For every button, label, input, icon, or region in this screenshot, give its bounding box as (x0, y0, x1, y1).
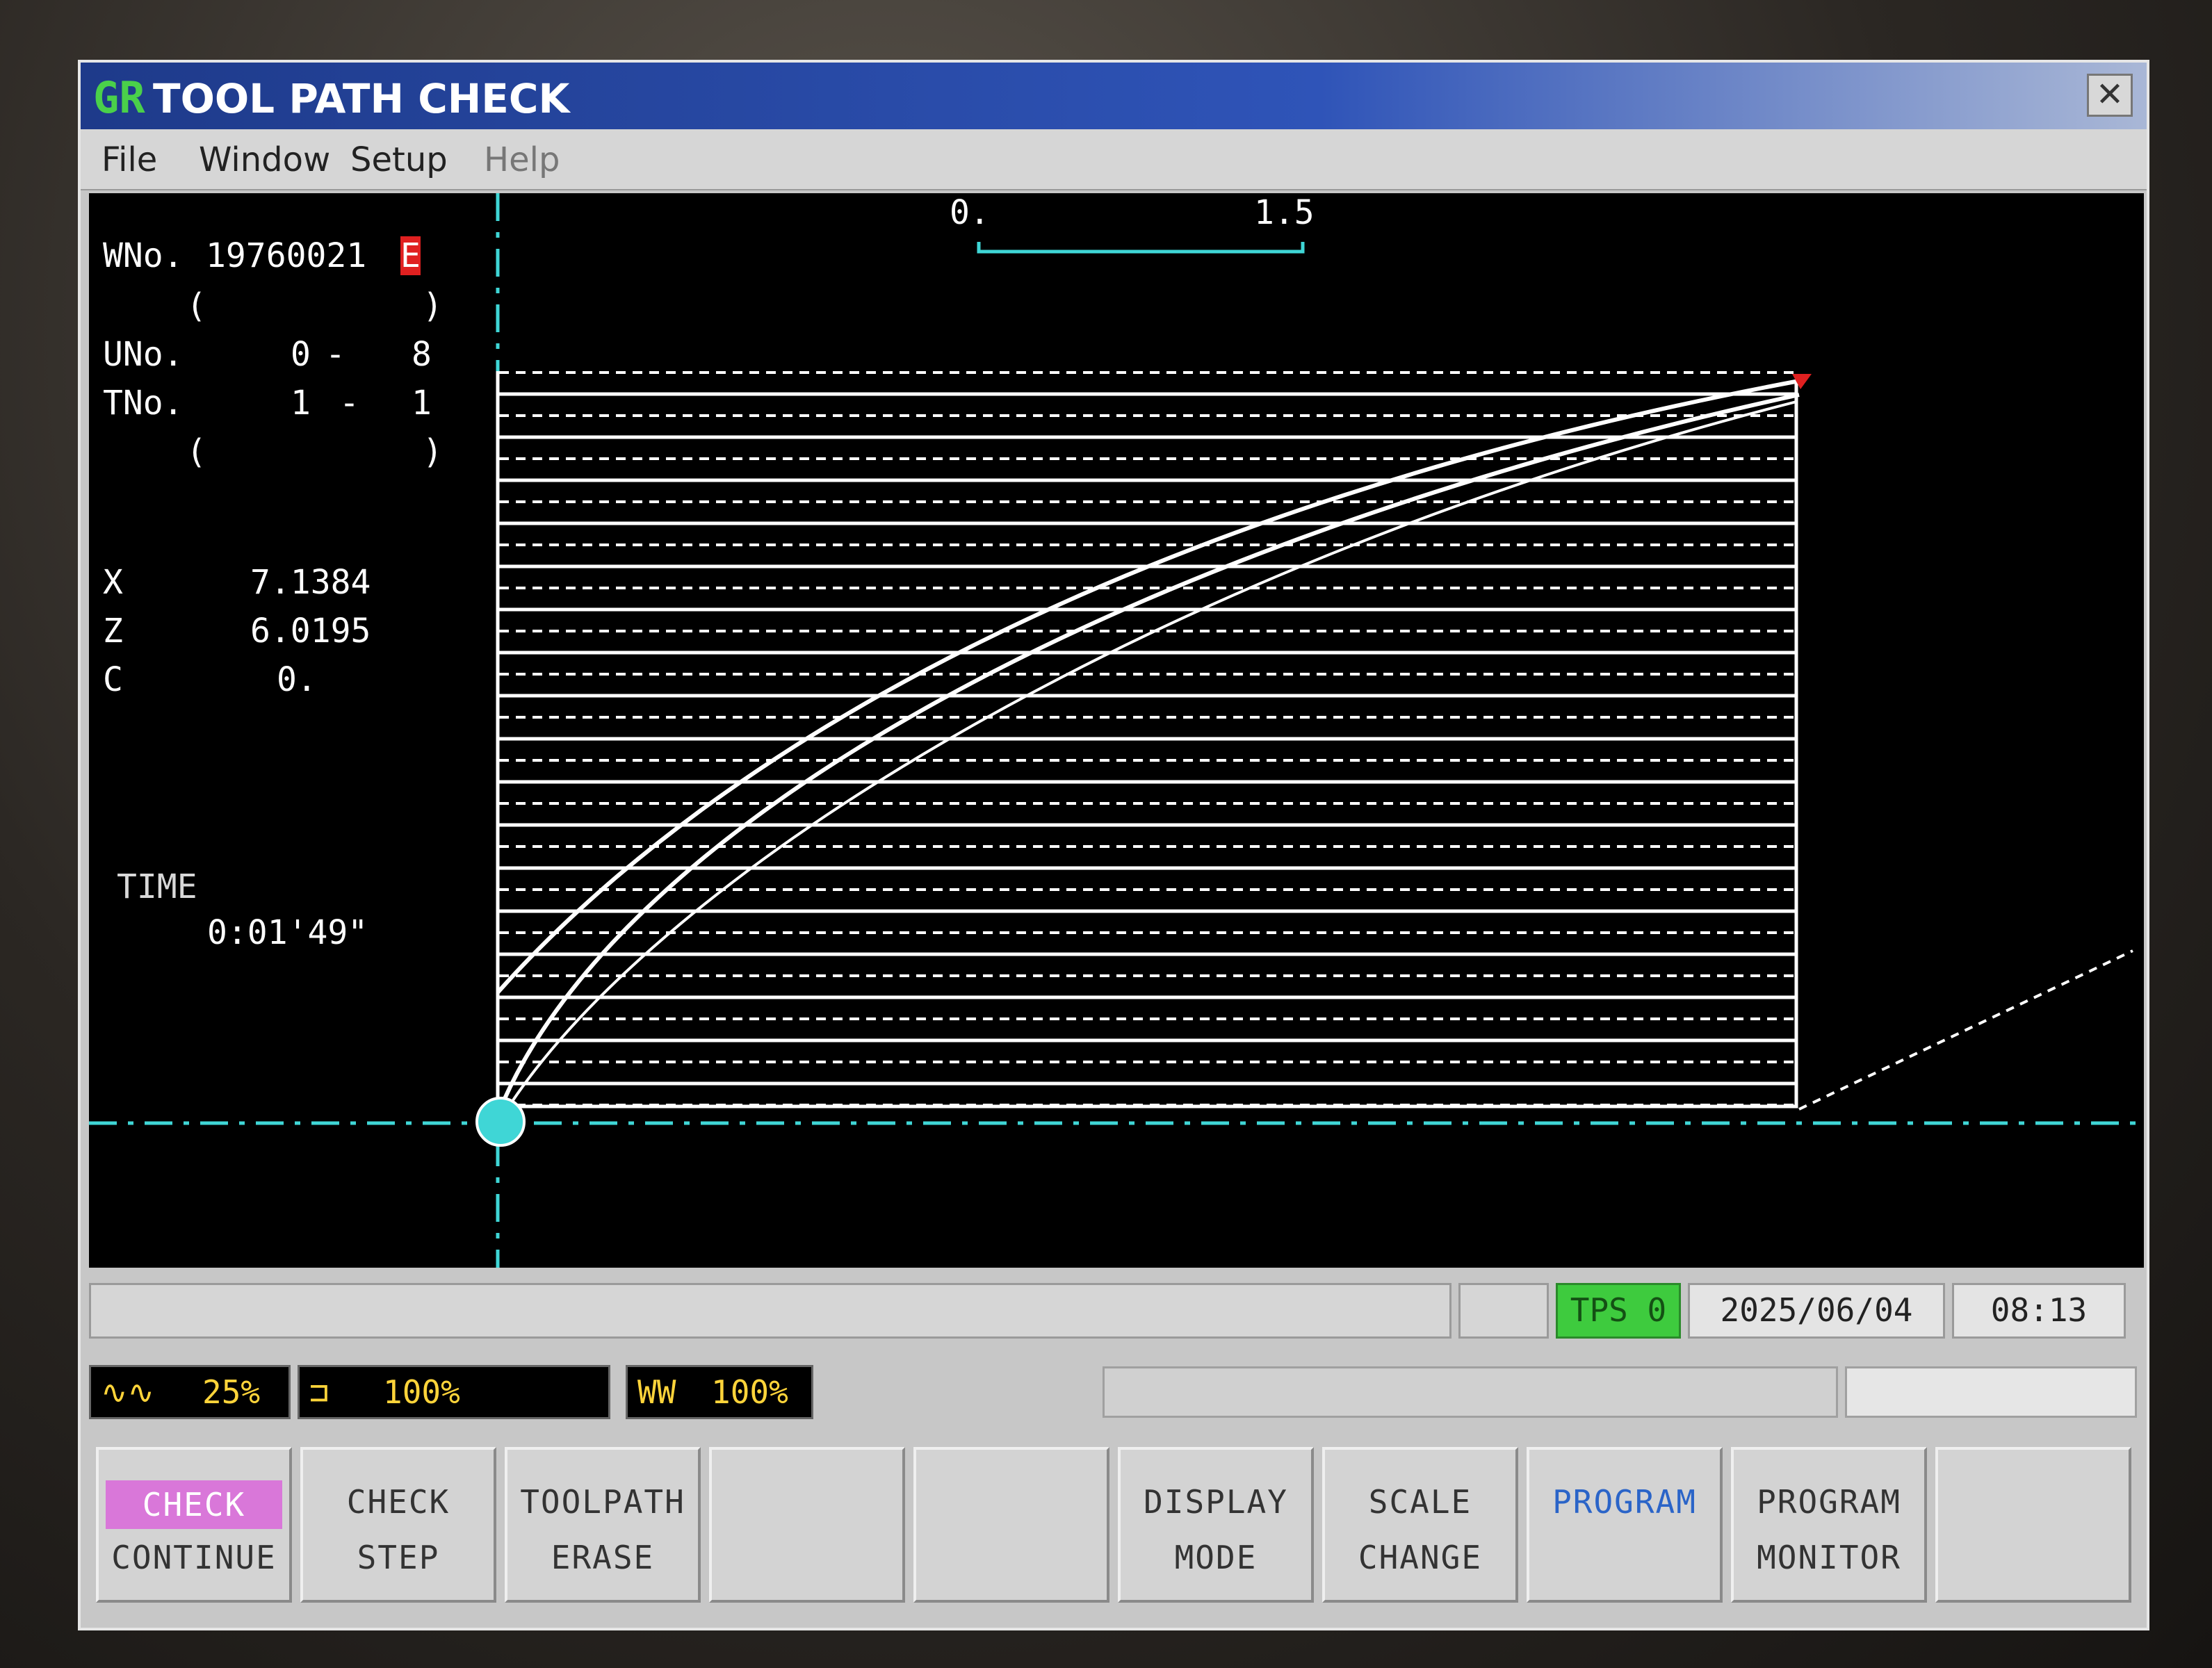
softkey-display-mode[interactable]: DISPLAY MODE (1118, 1447, 1314, 1603)
menu-file[interactable]: File (101, 140, 157, 179)
softkey-label-top: PROGRAM (1552, 1483, 1697, 1521)
softkey-label-bottom: CHANGE (1358, 1539, 1483, 1576)
softkey-label-bottom: STEP (357, 1539, 440, 1576)
window-title: TOOL PATH CHECK (153, 75, 570, 122)
softkey-label-top: CHECK (106, 1480, 282, 1529)
softkey-label-bottom: MODE (1174, 1539, 1258, 1576)
finish-contour-outer (496, 379, 1800, 994)
tps-indicator: TPS 0 (1556, 1283, 1681, 1339)
softkey-toolpath-erase[interactable]: TOOLPATH ERASE (505, 1447, 701, 1603)
scale-bar (977, 242, 1305, 254)
finish-contour-offset (505, 400, 1797, 1112)
softkey-label-bottom: CONTINUE (111, 1539, 277, 1576)
tool-path-plot (89, 193, 2144, 1268)
tool-path-check-window: GR TOOL PATH CHECK ✕ File Window Setup H… (78, 60, 2149, 1630)
softkey-program-monitor[interactable]: PROGRAM MONITOR (1731, 1447, 1927, 1603)
title-bar: GR TOOL PATH CHECK ✕ (81, 63, 2147, 129)
softkey-label-top: PROGRAM (1757, 1483, 1901, 1521)
softkey-label-bottom: ERASE (551, 1539, 655, 1576)
softkey-empty-10[interactable] (1935, 1447, 2131, 1603)
graphics-screen[interactable]: WNo. 19760021 E ( ) UNo. 0 - 8 TNo. 1 - … (89, 193, 2144, 1268)
feed-override-icon: WW (637, 1373, 676, 1411)
app-logo: GR (93, 72, 145, 123)
retract-path (1798, 949, 2133, 1111)
roughing-passes (499, 371, 1796, 1106)
status-slot (1458, 1283, 1549, 1339)
softkey-empty-4[interactable] (709, 1447, 905, 1603)
softkey-check-continue[interactable]: CHECK CONTINUE (96, 1447, 292, 1603)
status-row: TPS 0 2025/06/04 08:13 (89, 1276, 2144, 1346)
rapid-override-icon: ∿∿ (101, 1373, 155, 1411)
override-gauge (1103, 1366, 1838, 1418)
softkey-label-top: TOOLPATH (520, 1483, 685, 1521)
softkey-bar: CHECK CONTINUE CHECK STEP TOOLPATH ERASE… (96, 1447, 2137, 1614)
tool-position-marker (475, 1097, 526, 1147)
rapid-override-value: 25% (202, 1373, 261, 1411)
spindle-override-value: 100% (383, 1373, 460, 1411)
softkey-label-top: DISPLAY (1144, 1483, 1288, 1521)
softkey-label-top: SCALE (1368, 1483, 1472, 1521)
softkey-program[interactable]: PROGRAM (1527, 1447, 1723, 1603)
softkey-label-top: CHECK (346, 1483, 450, 1521)
override-slot (1845, 1366, 2137, 1418)
feed-override: WW 100% (626, 1365, 813, 1419)
spindle-override-icon: ⊐ (309, 1373, 329, 1411)
message-bar (89, 1283, 1451, 1339)
status-date: 2025/06/04 (1688, 1283, 1945, 1339)
menu-bar: File Window Setup Help (81, 129, 2147, 190)
softkey-label-bottom: MONITOR (1757, 1539, 1901, 1576)
softkey-check-step[interactable]: CHECK STEP (300, 1447, 496, 1603)
close-button[interactable]: ✕ (2087, 74, 2133, 117)
menu-window[interactable]: Window (199, 140, 330, 179)
menu-setup[interactable]: Setup (350, 140, 448, 179)
spindle-override: ⊐ 100% (298, 1365, 610, 1419)
menu-help[interactable]: Help (484, 140, 560, 179)
softkey-empty-5[interactable] (913, 1447, 1109, 1603)
rapid-override: ∿∿ 25% (89, 1365, 291, 1419)
feed-override-value: 100% (711, 1373, 788, 1411)
status-time: 08:13 (1952, 1283, 2126, 1339)
softkey-scale-change[interactable]: SCALE CHANGE (1322, 1447, 1518, 1603)
close-icon: ✕ (2095, 75, 2124, 114)
override-row: ∿∿ 25% ⊐ 100% WW 100% (89, 1355, 2144, 1432)
